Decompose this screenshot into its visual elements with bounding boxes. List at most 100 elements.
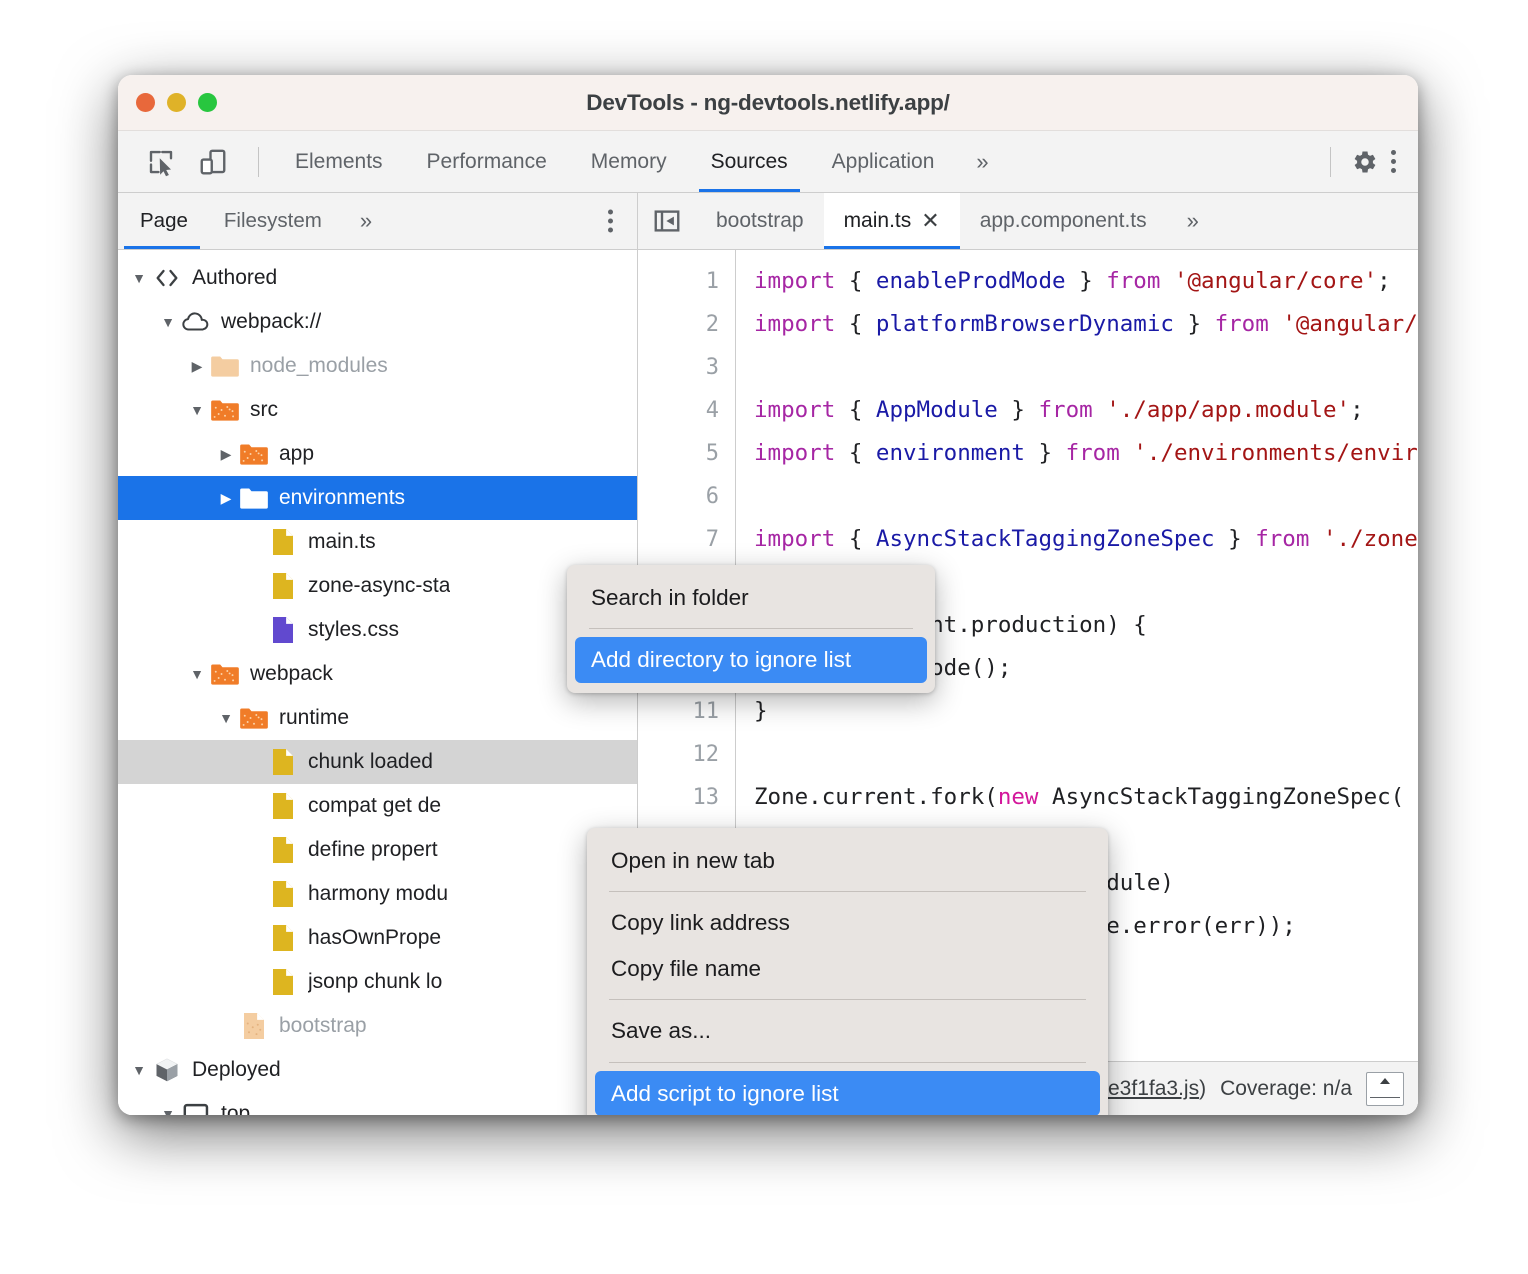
tree-row[interactable]: ▶main.ts xyxy=(118,520,637,564)
editor-tab-main-ts-label: main.ts xyxy=(844,209,912,233)
line-number: 13 xyxy=(638,776,719,819)
twisty-expanded-icon[interactable]: ▼ xyxy=(126,1062,152,1078)
twisty-expanded-icon[interactable]: ▼ xyxy=(155,1106,181,1115)
tree-row[interactable]: ▼top xyxy=(118,1092,637,1115)
context-menu-file[interactable]: Open in new tab Copy link addressCopy fil… xyxy=(587,828,1108,1115)
twisty-expanded-icon[interactable]: ▼ xyxy=(126,270,152,286)
code-line[interactable] xyxy=(754,475,1418,518)
file-tree[interactable]: ▼Authored▼webpack:// ▶ node_modules ▼ src ▶ap… xyxy=(118,250,637,1115)
nav-tab-filesystem[interactable]: Filesystem xyxy=(206,193,340,249)
zoom-window-button[interactable] xyxy=(198,93,217,112)
code-token: import xyxy=(754,440,835,466)
code-line[interactable]: import { platformBrowserDynamic } from '… xyxy=(754,303,1418,346)
device-toolbar-icon[interactable] xyxy=(192,141,234,183)
code-token: AppModule xyxy=(876,397,998,423)
frame-icon xyxy=(181,1099,211,1115)
tree-row[interactable]: ▶chunk loaded xyxy=(118,740,637,784)
screenshot-root: DevTools - ng-devtools.netlify.app/ xyxy=(0,0,1528,1274)
tree-row[interactable]: ▶zone-async-sta xyxy=(118,564,637,608)
tree-row[interactable]: ▼ src xyxy=(118,388,637,432)
twisty-expanded-icon[interactable]: ▼ xyxy=(184,666,210,682)
tree-row[interactable]: ▶jsonp chunk lo xyxy=(118,960,637,1004)
context-menu-item[interactable]: Add script to ignore list xyxy=(595,1071,1100,1115)
code-line[interactable]: } xyxy=(754,690,1418,733)
code-line[interactable]: Zone.current.fork(new AsyncStackTaggingZ… xyxy=(754,776,1418,819)
editor-tab-bootstrap[interactable]: bootstrap xyxy=(696,193,824,249)
close-window-button[interactable] xyxy=(136,93,155,112)
navigator-more-options-icon[interactable] xyxy=(602,204,619,239)
tab-performance[interactable]: Performance xyxy=(405,131,569,192)
nav-tab-page[interactable]: Page xyxy=(118,193,206,249)
tab-sources[interactable]: Sources xyxy=(689,131,810,192)
context-menu-item[interactable]: Search in folder xyxy=(575,575,927,620)
code-token xyxy=(1093,397,1107,423)
context-menu-item[interactable]: Save as... xyxy=(595,1008,1100,1053)
minimize-window-button[interactable] xyxy=(167,93,186,112)
inspect-element-icon[interactable] xyxy=(140,141,182,183)
tree-row[interactable]: ▶hasOwnPrope xyxy=(118,916,637,960)
tab-elements-label: Elements xyxy=(295,150,383,174)
editor-tab-main-ts[interactable]: main.ts ✕ xyxy=(824,193,960,249)
twisty-collapsed-icon[interactable]: ▶ xyxy=(213,446,239,463)
folder-icon xyxy=(239,439,269,469)
coverage-text: Coverage: n/a xyxy=(1220,1077,1352,1101)
code-token: from xyxy=(1255,526,1309,552)
navigator-tabbar: Page Filesystem » xyxy=(118,193,637,250)
code-line[interactable]: import { AppModule } from './app/app.mod… xyxy=(754,389,1418,432)
code-token xyxy=(1269,311,1283,337)
tree-row[interactable]: ▶app xyxy=(118,432,637,476)
more-panels-chevron-icon[interactable]: » xyxy=(956,131,1008,192)
kebab-menu-icon[interactable] xyxy=(1385,144,1402,179)
code-token: Zone.current.fork( xyxy=(754,784,998,810)
tree-row[interactable]: ▶harmony modu xyxy=(118,872,637,916)
context-menu-folder[interactable]: Search in folder Add directory to ignore … xyxy=(567,565,935,693)
tree-row[interactable]: ▼webpack xyxy=(118,652,637,696)
more-editor-tabs-chevron-icon[interactable]: » xyxy=(1167,208,1219,234)
context-menu-item[interactable]: Open in new tab xyxy=(595,838,1100,883)
tree-row[interactable]: ▶bootstrap xyxy=(118,1004,637,1048)
file-js-icon xyxy=(268,923,298,953)
tree-row-label: src xyxy=(250,398,278,422)
code-token: from xyxy=(1106,268,1160,294)
tab-elements[interactable]: Elements xyxy=(273,131,405,192)
tree-row[interactable]: ▼Deployed xyxy=(118,1048,637,1092)
code-token: ) { xyxy=(1106,612,1147,638)
gear-icon[interactable] xyxy=(1343,141,1385,183)
folder-white-icon xyxy=(239,483,269,513)
folder-icon xyxy=(210,395,240,425)
pretty-print-icon[interactable] xyxy=(1366,1072,1404,1106)
code-token xyxy=(1309,526,1323,552)
devtools-window: DevTools - ng-devtools.netlify.app/ xyxy=(118,75,1418,1115)
folder-icon xyxy=(239,703,269,733)
tab-application[interactable]: Application xyxy=(810,131,957,192)
tree-row-label: hasOwnPrope xyxy=(308,926,441,950)
tree-row[interactable]: ▶compat get de xyxy=(118,784,637,828)
tree-row[interactable]: ▶define propert xyxy=(118,828,637,872)
more-nav-tabs-chevron-icon[interactable]: » xyxy=(340,208,392,234)
twisty-expanded-icon[interactable]: ▼ xyxy=(155,314,181,330)
tab-memory[interactable]: Memory xyxy=(569,131,689,192)
tab-sources-label: Sources xyxy=(711,150,788,174)
twisty-collapsed-icon[interactable]: ▶ xyxy=(184,358,210,375)
tree-row-label: node_modules xyxy=(250,354,388,378)
tree-row[interactable]: ▶ node_modules xyxy=(118,344,637,388)
close-tab-icon[interactable]: ✕ xyxy=(921,210,939,232)
tree-row[interactable]: ▼Authored xyxy=(118,256,637,300)
code-line[interactable]: import { AsyncStackTaggingZoneSpec } fro… xyxy=(754,518,1418,561)
code-line[interactable]: import { enableProdMode } from '@angular… xyxy=(754,260,1418,303)
context-menu-item[interactable]: Copy link address xyxy=(595,900,1100,945)
context-menu-item[interactable]: Copy file name xyxy=(595,946,1100,991)
code-line[interactable] xyxy=(754,346,1418,389)
tree-row[interactable]: ▼webpack:// xyxy=(118,300,637,344)
collapse-sidebar-icon[interactable] xyxy=(638,206,696,236)
context-menu-item[interactable]: Add directory to ignore list xyxy=(575,637,927,682)
tree-row[interactable]: ▶environments xyxy=(118,476,637,520)
twisty-collapsed-icon[interactable]: ▶ xyxy=(213,490,239,507)
tree-row[interactable]: ▶styles.css xyxy=(118,608,637,652)
twisty-expanded-icon[interactable]: ▼ xyxy=(184,402,210,418)
code-line[interactable] xyxy=(754,733,1418,776)
editor-tab-app-component-ts[interactable]: app.component.ts xyxy=(960,193,1167,249)
code-line[interactable]: import { environment } from './environme… xyxy=(754,432,1418,475)
tree-row[interactable]: ▼runtime xyxy=(118,696,637,740)
twisty-expanded-icon[interactable]: ▼ xyxy=(213,710,239,726)
